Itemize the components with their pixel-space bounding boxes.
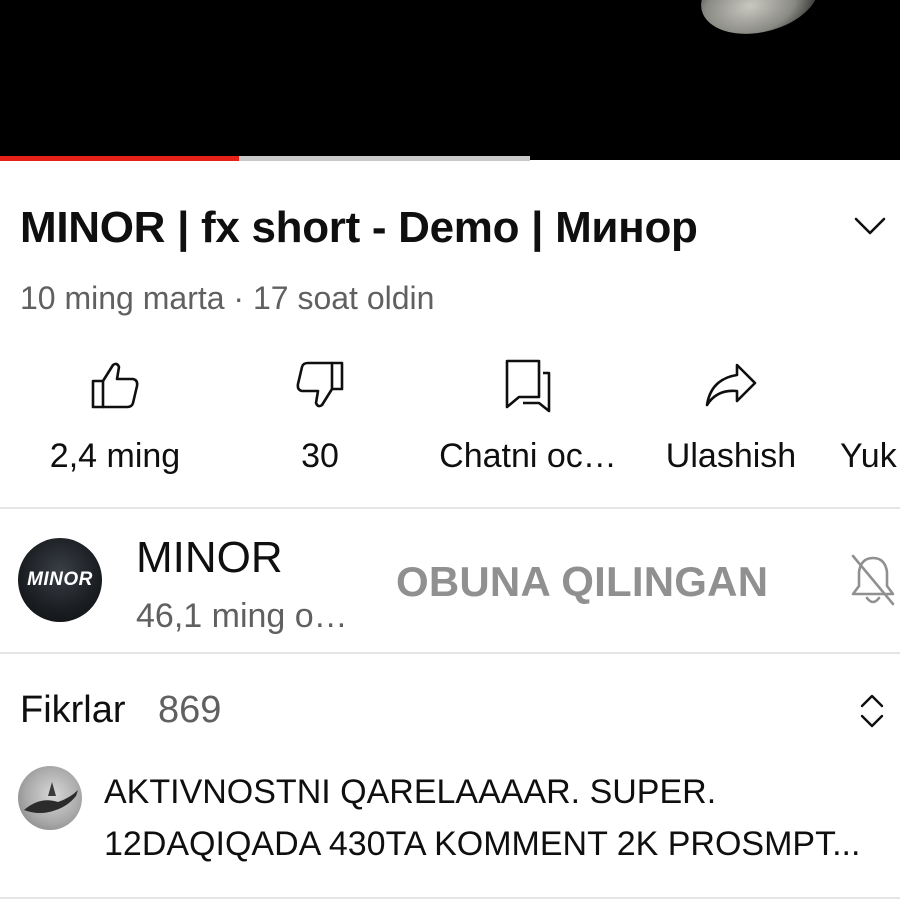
- download-button[interactable]: Yuk: [840, 350, 900, 490]
- download-label: Yuk: [840, 437, 897, 475]
- channel-logo: MINOR: [27, 569, 93, 590]
- chat-icon: [505, 359, 551, 413]
- share-label: Ulashish: [665, 437, 797, 475]
- video-frame-content: [693, 0, 827, 46]
- divider: [0, 652, 900, 654]
- comments-count: 869: [158, 689, 222, 731]
- channel-avatar[interactable]: MINOR: [18, 538, 102, 622]
- action-bar: 2,4 ming 30 Chatni oc… Ulashish Yuk: [0, 350, 900, 490]
- dislike-button[interactable]: 30: [260, 350, 380, 490]
- open-chat-button[interactable]: Chatni oc…: [430, 350, 626, 490]
- comment-line: 12DAQIQADA 430TA KOMMENT 2K PROSMPT...: [104, 825, 861, 863]
- bell-off-icon: [851, 554, 895, 606]
- commenter-avatar[interactable]: [18, 766, 82, 830]
- share-icon: [705, 363, 757, 407]
- expand-collapse-icon: [860, 694, 884, 728]
- subscriber-count: 46,1 ming o…: [136, 597, 348, 635]
- video-meta: 10 ming marta · 17 soat oldin: [20, 280, 435, 316]
- video-progress-bar[interactable]: [0, 156, 530, 161]
- like-button[interactable]: 2,4 ming: [40, 350, 190, 490]
- divider: [0, 897, 900, 899]
- divider: [0, 507, 900, 509]
- video-progress-played: [0, 156, 239, 161]
- top-comment-text[interactable]: AKTIVNOSTNI QARELAAAAR. SUPER. 12DAQIQAD…: [104, 766, 894, 870]
- dislike-count: 30: [301, 437, 339, 475]
- avatar-image: [24, 782, 78, 813]
- description-expand-button[interactable]: [848, 206, 892, 246]
- video-title[interactable]: MINOR | fx short - Demo | Минор: [20, 200, 820, 256]
- notification-bell-button[interactable]: [846, 550, 900, 610]
- open-chat-label: Chatni oc…: [439, 437, 617, 475]
- channel-name[interactable]: MINOR: [136, 532, 283, 584]
- like-count: 2,4 ming: [49, 437, 181, 475]
- comment-line: AKTIVNOSTNI QARELAAAAR. SUPER.: [104, 773, 717, 811]
- thumbs-down-icon: [296, 361, 344, 408]
- share-button[interactable]: Ulashish: [656, 350, 806, 490]
- subscribed-button[interactable]: OBUNA QILINGAN: [396, 556, 768, 608]
- comments-title[interactable]: Fikrlar: [20, 686, 126, 734]
- video-player[interactable]: [0, 0, 900, 160]
- video-watch-page: MINOR | fx short - Demo | Минор 10 ming …: [0, 0, 900, 900]
- chevron-down-icon: [854, 217, 886, 235]
- thumbs-up-icon: [91, 362, 139, 409]
- comments-expand-button[interactable]: [850, 688, 894, 734]
